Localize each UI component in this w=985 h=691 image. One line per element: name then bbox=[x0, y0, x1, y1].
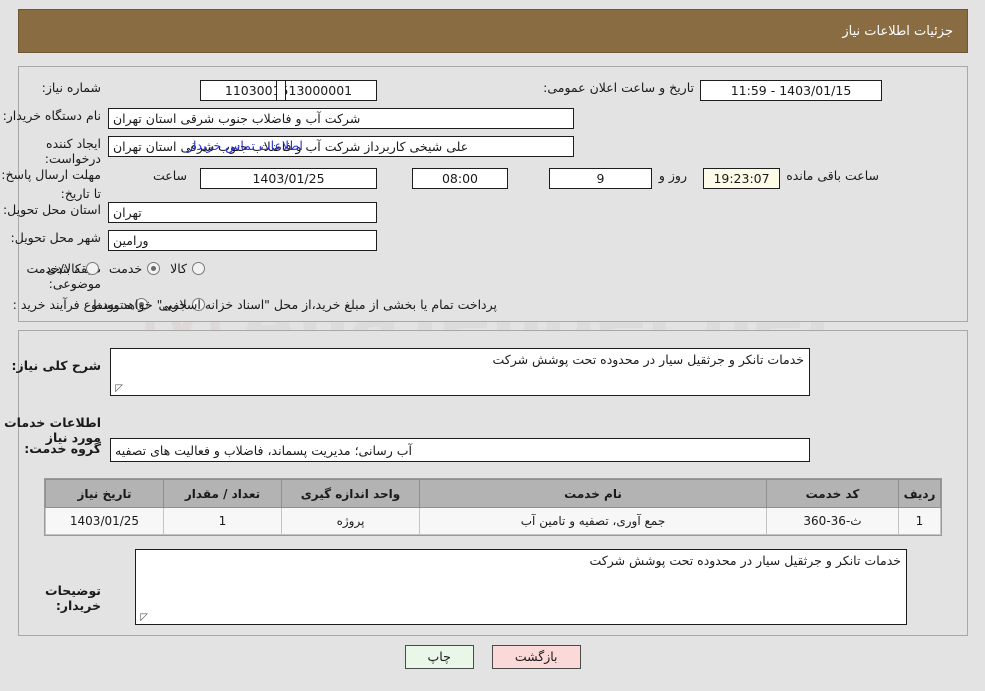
cell-name: جمع آوری، تصفیه و تامین آب bbox=[419, 507, 767, 535]
cell-unit: پروژه bbox=[281, 507, 420, 535]
resize-grip-icon[interactable]: ◸ bbox=[113, 384, 123, 394]
need-info-panel bbox=[18, 66, 968, 322]
announce-label-row: تاریخ و ساعت اعلان عمومی: bbox=[543, 80, 694, 95]
city-row: شهر محل تحویل: bbox=[11, 230, 101, 245]
table-row: 1 ث-36-360 جمع آوری، تصفیه و تامین آب پر… bbox=[45, 507, 941, 535]
col-quantity: تعداد / مقدار bbox=[163, 479, 282, 508]
description-textarea[interactable]: خدمات تانکر و جرثقیل سیار در محدوده تحت … bbox=[110, 348, 810, 396]
cell-code: ث-36-360 bbox=[766, 507, 899, 535]
table-header-row: ردیف کد خدمت نام خدمت واحد اندازه گیری ت… bbox=[45, 479, 941, 508]
buyer-contact-link[interactable]: اطلاعات تماس خریدار bbox=[187, 138, 303, 153]
buyer-notes-label-row: توضیحات خریدار: bbox=[0, 583, 101, 613]
city-value: ورامین bbox=[108, 230, 377, 251]
need-number-value: 1103001513000001 bbox=[200, 80, 377, 101]
col-radif: ردیف bbox=[898, 479, 941, 508]
need-number-row: شماره نیاز: bbox=[42, 80, 101, 95]
creator-value: علی شیخی کاربرداز شرکت آب و فاضلاب جنوب … bbox=[108, 136, 574, 157]
deadline-time-value: 08:00 bbox=[412, 168, 508, 189]
services-table: ردیف کد خدمت نام خدمت واحد اندازه گیری ت… bbox=[44, 478, 942, 536]
radio-icon-kala-khedmat[interactable] bbox=[85, 262, 99, 275]
radio-option-kala[interactable]: کالا bbox=[170, 261, 215, 276]
deadline-label-row: مهلت ارسال پاسخ: تا تاریخ: bbox=[1, 164, 101, 202]
radio-option-kala-khedmat[interactable]: کالا/خدمت bbox=[26, 261, 108, 276]
hour-label: ساعت bbox=[152, 168, 187, 183]
cell-date: 1403/01/25 bbox=[45, 507, 164, 535]
deadline-label: مهلت ارسال پاسخ: تا تاریخ: bbox=[1, 167, 101, 201]
cell-radif: 1 bbox=[898, 507, 941, 535]
countdown-value: 19:23:07 bbox=[703, 168, 780, 189]
days-label: روز و bbox=[658, 168, 687, 183]
radio-label-kala: کالا bbox=[170, 261, 187, 276]
cell-quantity: 1 bbox=[163, 507, 282, 535]
creator-label: ایجاد کننده درخواست: bbox=[44, 136, 101, 166]
need-number-label: شماره نیاز: bbox=[41, 80, 101, 95]
payment-note-row: پرداخت تمام یا بخشی از مبلغ خرید،از محل … bbox=[98, 297, 497, 312]
description-label-row: شرح کلی نیاز: bbox=[12, 358, 101, 373]
announce-date-box: 1403/01/15 - 11:59 bbox=[700, 80, 882, 101]
payment-note: پرداخت تمام یا بخشی از مبلغ خرید،از محل … bbox=[98, 297, 497, 312]
col-name: نام خدمت bbox=[419, 479, 767, 508]
days-label-row: روز و bbox=[653, 168, 693, 183]
contact-link-row[interactable]: اطلاعات تماس خریدار bbox=[187, 138, 303, 153]
col-unit: واحد اندازه گیری bbox=[281, 479, 420, 508]
category-radio-group: کالا خدمت کالا/خدمت bbox=[26, 261, 215, 276]
days-remaining-value: 9 bbox=[549, 168, 652, 189]
announce-date-value bbox=[276, 80, 286, 101]
page-title: جزئیات اطلاعات نیاز bbox=[842, 23, 953, 39]
service-group-value: آب رسانی؛ مدیریت پسماند، فاضلاب و فعالیت… bbox=[110, 438, 810, 462]
city-label: شهر محل تحویل: bbox=[10, 230, 101, 245]
col-date: تاریخ نیاز bbox=[45, 479, 164, 508]
radio-label-khedmat: خدمت bbox=[108, 261, 143, 276]
description-value: خدمات تانکر و جرثقیل سیار در محدوده تحت … bbox=[492, 352, 804, 367]
announce-date-label: تاریخ و ساعت اعلان عمومی: bbox=[543, 80, 694, 95]
process-label: نوع فرآیند خرید : bbox=[12, 297, 101, 312]
province-label: استان محل تحویل: bbox=[2, 202, 101, 217]
back-button[interactable]: بازگشت bbox=[491, 645, 581, 669]
process-label-row: نوع فرآیند خرید : bbox=[13, 297, 101, 312]
col-code: کد خدمت bbox=[766, 479, 899, 508]
description-label: شرح کلی نیاز: bbox=[11, 358, 101, 373]
page-root: AnaTender.net جزئیات اطلاعات نیاز شماره … bbox=[0, 0, 985, 691]
buyer-org-label: نام دستگاه خریدار: bbox=[2, 108, 101, 123]
buyer-notes-label: توضیحات خریدار: bbox=[45, 583, 101, 613]
buyer-org-value: شرکت آب و فاضلاب جنوب شرقی استان تهران bbox=[108, 108, 574, 129]
action-buttons: بازگشت چاپ bbox=[0, 645, 985, 669]
resize-grip-icon-notes[interactable]: ◸ bbox=[138, 613, 148, 623]
page-header: جزئیات اطلاعات نیاز bbox=[18, 9, 968, 53]
radio-icon-kala[interactable] bbox=[192, 262, 205, 275]
remaining-label: ساعت باقی مانده bbox=[786, 168, 879, 183]
service-group-label-row: گروه خدمت: bbox=[24, 441, 101, 456]
remaining-label-row: ساعت باقی مانده bbox=[780, 168, 885, 183]
radio-label-kala-khedmat: کالا/خدمت bbox=[26, 261, 81, 276]
hour-label-row: ساعت bbox=[147, 168, 193, 183]
radio-icon-khedmat[interactable] bbox=[147, 262, 161, 275]
print-button[interactable]: چاپ bbox=[404, 645, 474, 669]
province-row: استان محل تحویل: bbox=[3, 202, 101, 217]
deadline-date-value: 1403/01/25 bbox=[200, 168, 377, 189]
service-group-label: گروه خدمت: bbox=[24, 441, 101, 456]
radio-option-khedmat[interactable]: خدمت bbox=[109, 261, 170, 276]
buyer-notes-value: خدمات تانکر و جرثقیل سیار در محدوده تحت … bbox=[589, 553, 901, 568]
buyer-notes-textarea[interactable]: خدمات تانکر و جرثقیل سیار در محدوده تحت … bbox=[135, 549, 907, 625]
province-value: تهران bbox=[108, 202, 377, 223]
creator-row: ایجاد کننده درخواست: bbox=[0, 136, 101, 166]
buyer-org-row: نام دستگاه خریدار: bbox=[3, 108, 101, 123]
